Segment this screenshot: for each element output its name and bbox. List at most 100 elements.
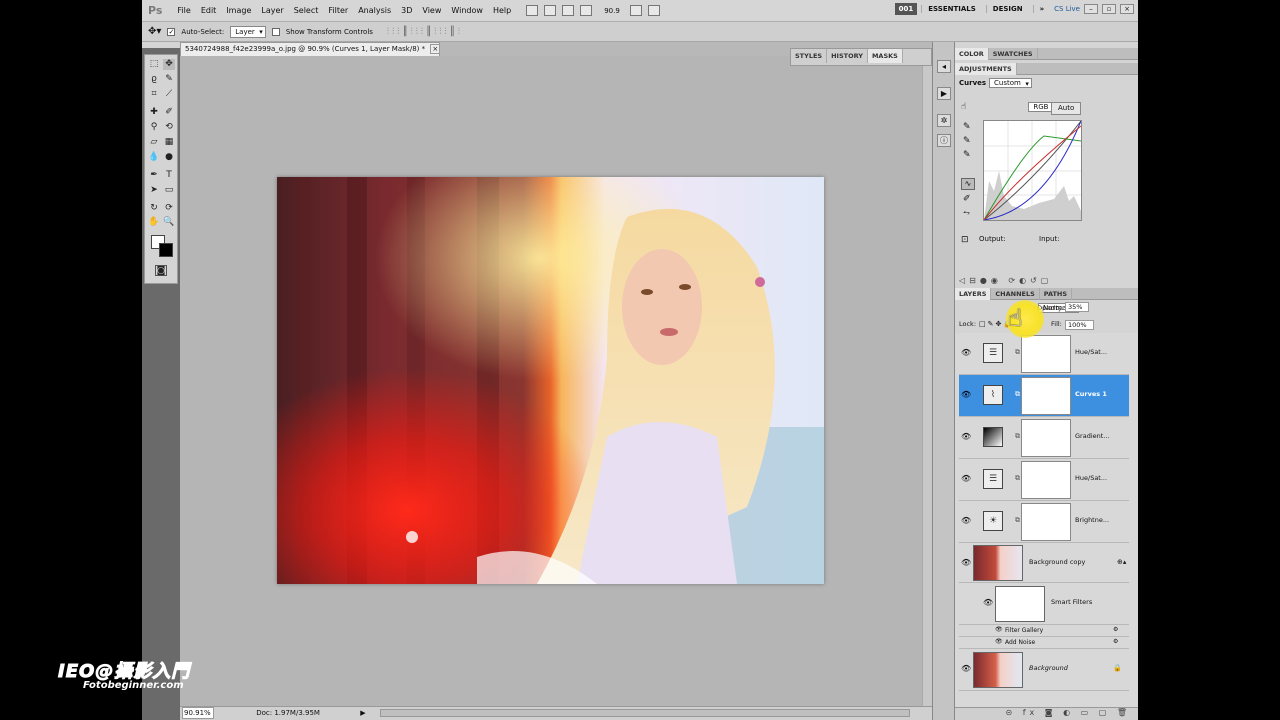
on-image-adjust-icon[interactable]: ☝ xyxy=(961,102,966,112)
layer-mask-thumbnail[interactable] xyxy=(1021,419,1071,457)
smart-filter-mask-thumbnail[interactable] xyxy=(995,586,1045,622)
layer-row[interactable]: 👁 ☰ ⧉ Hue/Sat... xyxy=(959,333,1129,375)
workspace-more[interactable]: » xyxy=(1032,5,1051,13)
zoom-field[interactable]: 90.91% xyxy=(182,707,214,719)
photo-canvas[interactable] xyxy=(277,177,824,584)
menu-analysis[interactable]: Analysis xyxy=(353,6,396,15)
marquee-tool-icon[interactable]: ⬚ xyxy=(148,59,160,70)
workspace-number[interactable]: 001 xyxy=(894,3,918,15)
dodge-tool-icon[interactable]: ● xyxy=(163,152,175,163)
menu-layer[interactable]: Layer xyxy=(256,6,288,15)
hand-tool-icon[interactable] xyxy=(580,5,593,16)
eyedropper-tool-icon[interactable]: ⟋ xyxy=(163,89,175,100)
smart-filters-row[interactable]: 👁 Smart Filters xyxy=(959,583,1129,625)
tab-paths[interactable]: PATHS xyxy=(1040,288,1073,300)
tab-masks[interactable]: MASKS xyxy=(867,49,903,63)
hand-tool-icon[interactable]: ✋ xyxy=(148,217,160,228)
menu-file[interactable]: File xyxy=(172,6,195,15)
view-extras-icon[interactable] xyxy=(562,5,575,16)
minibridge-icon[interactable] xyxy=(544,5,557,16)
document-tab[interactable]: 5340724988_f42e23999a_o.jpg @ 90.9% (Cur… xyxy=(180,42,441,56)
layer-row[interactable]: 👁 ☰ ⧉ Hue/Sat... xyxy=(959,459,1129,501)
cs-live-button[interactable]: CS Live xyxy=(1054,5,1080,13)
menu-edit[interactable]: Edit xyxy=(196,6,222,15)
menu-select[interactable]: Select xyxy=(289,6,324,15)
pencil-curve-icon[interactable]: ✐ xyxy=(963,194,971,204)
layer-row-background[interactable]: 👁 Background 🔒 xyxy=(959,649,1129,691)
layer-mask-thumbnail[interactable] xyxy=(1021,377,1071,415)
filter-row[interactable]: 👁 Add Noise ⚙ xyxy=(959,637,1129,649)
arrange-documents-icon[interactable] xyxy=(629,5,642,16)
move-tool-icon[interactable]: ✥ xyxy=(163,59,175,70)
visibility-eye-icon[interactable]: 👁 xyxy=(961,474,971,484)
gray-point-eyedropper-icon[interactable]: ✎ xyxy=(963,136,971,146)
minimize-button[interactable]: – xyxy=(1084,4,1098,14)
move-tool-icon[interactable]: ✥▾ xyxy=(148,26,161,37)
visibility-eye-icon[interactable]: 👁 xyxy=(961,664,971,674)
info-icon[interactable]: ⓘ xyxy=(937,134,951,147)
visibility-eye-icon[interactable]: 👁 xyxy=(961,348,971,358)
tab-color[interactable]: COLOR xyxy=(955,48,989,60)
actions-icon[interactable]: ▶ xyxy=(937,87,951,100)
menu-3d[interactable]: 3D xyxy=(396,6,417,15)
3d-rotate-icon[interactable]: ↻ xyxy=(148,203,160,214)
clone-stamp-icon[interactable]: ⚲ xyxy=(148,122,160,133)
tab-swatches[interactable]: SWATCHES xyxy=(989,48,1038,60)
filter-options-icon[interactable]: ⚙ xyxy=(1113,626,1118,633)
visibility-eye-icon[interactable]: 👁 xyxy=(961,516,971,526)
visibility-eye-icon[interactable]: 👁 xyxy=(983,598,993,608)
white-point-eyedropper-icon[interactable]: ✎ xyxy=(963,150,971,160)
crop-tool-icon[interactable]: ⌗ xyxy=(148,89,160,100)
layer-row-selected[interactable]: 👁 ⌇ ⧉ Curves 1 xyxy=(959,375,1129,417)
horizontal-scrollbar[interactable] xyxy=(380,709,910,717)
smooth-curve-icon[interactable]: ⥊ xyxy=(963,208,970,218)
close-tab-icon[interactable]: × xyxy=(430,44,441,54)
layer-row-background-copy[interactable]: 👁 Background copy ⊕▴ xyxy=(959,543,1129,583)
lasso-tool-icon[interactable]: ϱ xyxy=(148,74,160,85)
status-menu-arrow[interactable]: ▶ xyxy=(360,709,365,717)
history-brush-icon[interactable]: ⟲ xyxy=(163,122,175,133)
workspace-essentials[interactable]: ESSENTIALS xyxy=(921,5,982,13)
shape-tool-icon[interactable]: ▭ xyxy=(163,185,175,196)
adjustment-footer-icons[interactable]: ◁⊟●◉ ⟳◐↺▢ xyxy=(959,276,1052,285)
align-icons[interactable]: ⫶ ⫶ ⫶ ║ ⫶ ⫶ ⫶ ║ ⫶ ⫶ ⫶ ║ ⫶ xyxy=(387,27,460,37)
3d-orbit-icon[interactable]: ⟳ xyxy=(163,203,175,214)
tab-history[interactable]: HISTORY xyxy=(827,49,868,63)
menu-image[interactable]: Image xyxy=(221,6,256,15)
pen-tool-icon[interactable]: ✒ xyxy=(148,170,160,181)
restore-button[interactable]: ▫ xyxy=(1102,4,1116,14)
collapse-icon[interactable]: ◂ xyxy=(937,60,951,73)
eraser-tool-icon[interactable]: ▱ xyxy=(148,137,160,148)
canvas-area[interactable] xyxy=(180,56,932,706)
layer-mask-thumbnail[interactable] xyxy=(1021,503,1071,541)
opacity-field[interactable]: 35% xyxy=(1065,302,1090,312)
auto-select-dropdown[interactable]: Layer xyxy=(230,25,266,38)
layer-row[interactable]: 👁 ⧉ Gradient... xyxy=(959,417,1129,459)
preset-dropdown[interactable]: Custom xyxy=(989,78,1032,88)
blur-tool-icon[interactable]: 💧 xyxy=(148,152,160,163)
bridge-icon[interactable] xyxy=(526,5,539,16)
quick-mask-icon[interactable]: ◙ xyxy=(155,265,167,276)
menu-view[interactable]: View xyxy=(417,6,446,15)
visibility-eye-icon[interactable]: 👁 xyxy=(961,390,971,400)
filter-options-icon[interactable]: ⚙ xyxy=(1113,638,1118,645)
brush-tool-icon[interactable]: ✐ xyxy=(163,107,175,118)
show-transform-checkbox[interactable] xyxy=(271,27,280,36)
menu-window[interactable]: Window xyxy=(446,6,488,15)
clip-icon[interactable]: ⊡ xyxy=(961,235,969,245)
background-color-swatch[interactable] xyxy=(159,243,173,257)
visibility-eye-icon[interactable]: 👁 xyxy=(961,558,971,568)
visibility-eye-icon[interactable]: 👁 xyxy=(961,432,971,442)
layer-row[interactable]: 👁 ☀ ⧉ Brightne... xyxy=(959,501,1129,543)
3d-panel-icon[interactable]: ✲ xyxy=(937,114,951,127)
tab-channels[interactable]: CHANNELS xyxy=(991,288,1040,300)
zoom-tool-icon[interactable]: 🔍 xyxy=(163,217,175,228)
curves-graph[interactable] xyxy=(983,120,1082,221)
screen-mode-icon[interactable] xyxy=(647,5,660,16)
fill-field[interactable]: 100% xyxy=(1065,320,1094,330)
visibility-eye-icon[interactable]: 👁 xyxy=(995,638,1003,645)
menu-help[interactable]: Help xyxy=(488,6,516,15)
menu-filter[interactable]: Filter xyxy=(323,6,353,15)
close-button[interactable]: × xyxy=(1120,4,1134,14)
auto-select-checkbox[interactable]: ✓ xyxy=(167,27,176,36)
